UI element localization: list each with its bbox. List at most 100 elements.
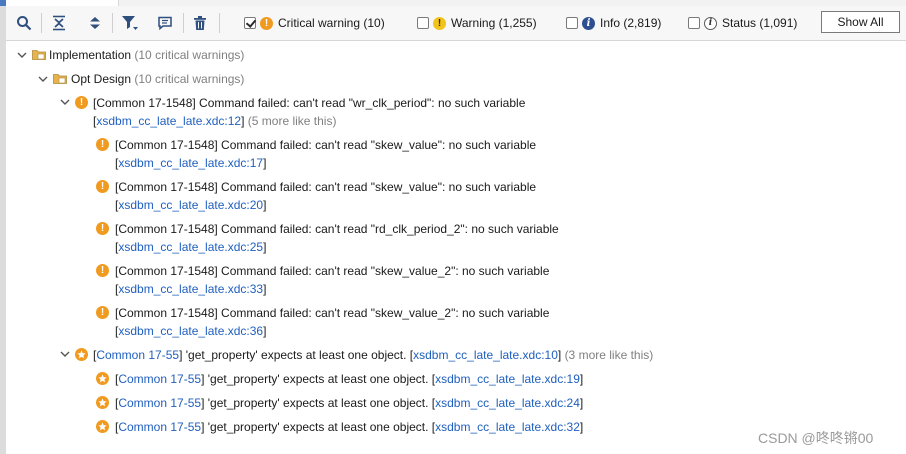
status-checkbox[interactable] [688, 17, 700, 29]
list-item-source: [xsdbm_cc_late_late.xdc:17] [115, 156, 266, 170]
opt-design-count: (10 critical warnings) [134, 72, 245, 86]
list-item-message[interactable]: [Common 17-1548] Command failed: can't r… [115, 180, 536, 194]
bracket-close: ] [579, 420, 584, 434]
file-link[interactable]: xsdbm_cc_late_late.xdc:17 [118, 156, 263, 170]
show-all-button[interactable]: Show All [821, 11, 900, 33]
critical-warning-icon: ! [96, 180, 109, 193]
message-text: ] 'get_property' expects at least one ob… [201, 372, 436, 386]
chevron-down-icon[interactable] [17, 50, 27, 60]
info-checkbox[interactable] [566, 17, 578, 29]
bracket-close: ] [557, 348, 562, 362]
bracket-close: ] [263, 156, 267, 170]
bracket-close: ] [263, 324, 267, 338]
bracket-close: ] [263, 282, 267, 296]
folder-icon [32, 50, 46, 60]
list-item-message[interactable]: [Common 17-55] 'get_property' expects at… [115, 396, 583, 410]
filter-icon [122, 16, 138, 30]
group-2-more: (3 more like this) [564, 348, 654, 362]
critical-warning-label: Critical warning (10) [278, 16, 385, 30]
code-link[interactable]: Common 17-55 [118, 396, 201, 410]
list-item-message[interactable]: [Common 17-55] 'get_property' expects at… [115, 420, 583, 434]
list-item-source: [xsdbm_cc_late_late.xdc:36] [115, 324, 266, 338]
code-link[interactable]: Common 17-55 [118, 372, 201, 386]
file-link[interactable]: xsdbm_cc_late_late.xdc:33 [118, 282, 263, 296]
search-icon [17, 16, 32, 31]
group-2-code-link[interactable]: Common 17-55 [96, 348, 179, 362]
group-1-more: (5 more like this) [247, 114, 337, 128]
implementation-count: (10 critical warnings) [134, 48, 245, 62]
collapse-all-icon [53, 15, 65, 31]
group-2-message[interactable]: [Common 17-55] 'get_property' expects at… [93, 348, 653, 362]
bracket-close: ] [241, 114, 245, 128]
list-item-source: [xsdbm_cc_late_late.xdc:33] [115, 282, 266, 296]
delete-button[interactable] [188, 11, 212, 35]
toolbar-separator [183, 13, 184, 33]
warning-label: Warning (1,255) [451, 16, 537, 30]
list-item-message[interactable]: [Common 17-1548] Command failed: can't r… [115, 222, 559, 236]
star-warning-icon [96, 396, 109, 409]
file-link[interactable]: xsdbm_cc_late_late.xdc:36 [118, 324, 263, 338]
list-item-message[interactable]: [Common 17-1548] Command failed: can't r… [115, 306, 549, 320]
list-item-source: [xsdbm_cc_late_late.xdc:25] [115, 240, 266, 254]
status-filter[interactable]: i Status (1,091) [688, 15, 797, 31]
file-link[interactable]: xsdbm_cc_late_late.xdc:32 [435, 420, 580, 434]
message-icon [158, 16, 172, 31]
collapse-all-button[interactable] [47, 11, 71, 35]
group-2-text: ] 'get_property' expects at least one ob… [179, 348, 414, 362]
critical-warning-checkbox[interactable] [244, 17, 256, 29]
search-button[interactable] [12, 11, 36, 35]
file-link[interactable]: xsdbm_cc_late_late.xdc:20 [118, 198, 263, 212]
critical-warning-icon: ! [75, 96, 88, 109]
list-item-source: [xsdbm_cc_late_late.xdc:20] [115, 198, 266, 212]
warning-filter[interactable]: ! Warning (1,255) [417, 15, 537, 31]
chevron-down-icon[interactable] [38, 74, 48, 84]
critical-warning-icon: ! [96, 138, 109, 151]
message-text: ] 'get_property' expects at least one ob… [201, 420, 436, 434]
file-link[interactable]: xsdbm_cc_late_late.xdc:19 [435, 372, 580, 386]
critical-warning-icon: ! [96, 264, 109, 277]
critical-warning-icon: ! [96, 306, 109, 319]
warning-checkbox[interactable] [417, 17, 429, 29]
toolbar-separator [112, 13, 113, 33]
bracket-close: ] [579, 372, 584, 386]
chevron-down-icon[interactable] [60, 97, 70, 107]
opt-design-node[interactable]: Opt Design (10 critical warnings) [71, 72, 244, 86]
expand-all-button[interactable] [83, 11, 107, 35]
status-icon: i [704, 16, 717, 30]
file-link[interactable]: xsdbm_cc_late_late.xdc:24 [435, 396, 580, 410]
critical-warning-icon: ! [260, 16, 273, 30]
expand-all-icon [90, 17, 100, 29]
group-1-file-link[interactable]: xsdbm_cc_late_late.xdc:12 [96, 114, 241, 128]
message-text: ] 'get_property' expects at least one ob… [201, 396, 436, 410]
list-item-message[interactable]: [Common 17-1548] Command failed: can't r… [115, 264, 549, 278]
info-icon: i [582, 16, 595, 30]
critical-warning-filter[interactable]: ! Critical warning (10) [244, 15, 385, 31]
toolbar-separator [41, 13, 42, 33]
bracket-close: ] [263, 198, 267, 212]
messages-toolbar: ! Critical warning (10) ! Warning (1,255… [6, 6, 906, 41]
messages-tree: Implementation (10 critical warnings) Op… [6, 41, 906, 454]
implementation-node[interactable]: Implementation (10 critical warnings) [49, 48, 244, 62]
code-link[interactable]: Common 17-55 [118, 420, 201, 434]
status-label: Status (1,091) [722, 16, 798, 30]
trash-icon [194, 16, 206, 30]
bracket-close: ] [579, 396, 584, 410]
chevron-down-icon[interactable] [60, 349, 70, 359]
bracket-close: ] [263, 240, 267, 254]
list-item-message[interactable]: [Common 17-55] 'get_property' expects at… [115, 372, 583, 386]
group-1-message[interactable]: [Common 17-1548] Command failed: can't r… [93, 96, 525, 110]
show-message-button[interactable] [153, 11, 177, 35]
star-warning-icon [96, 372, 109, 385]
group-2-file-link[interactable]: xsdbm_cc_late_late.xdc:10 [413, 348, 558, 362]
toolbar-separator [219, 13, 220, 33]
info-filter[interactable]: i Info (2,819) [566, 15, 661, 31]
list-item-message[interactable]: [Common 17-1548] Command failed: can't r… [115, 138, 536, 152]
star-warning-icon [75, 348, 88, 361]
critical-warning-icon: ! [96, 222, 109, 235]
folder-icon [53, 74, 67, 84]
star-warning-icon [96, 420, 109, 433]
opt-design-label: Opt Design [71, 72, 132, 86]
filter-button[interactable] [118, 11, 142, 35]
info-label: Info (2,819) [600, 16, 662, 30]
file-link[interactable]: xsdbm_cc_late_late.xdc:25 [118, 240, 263, 254]
